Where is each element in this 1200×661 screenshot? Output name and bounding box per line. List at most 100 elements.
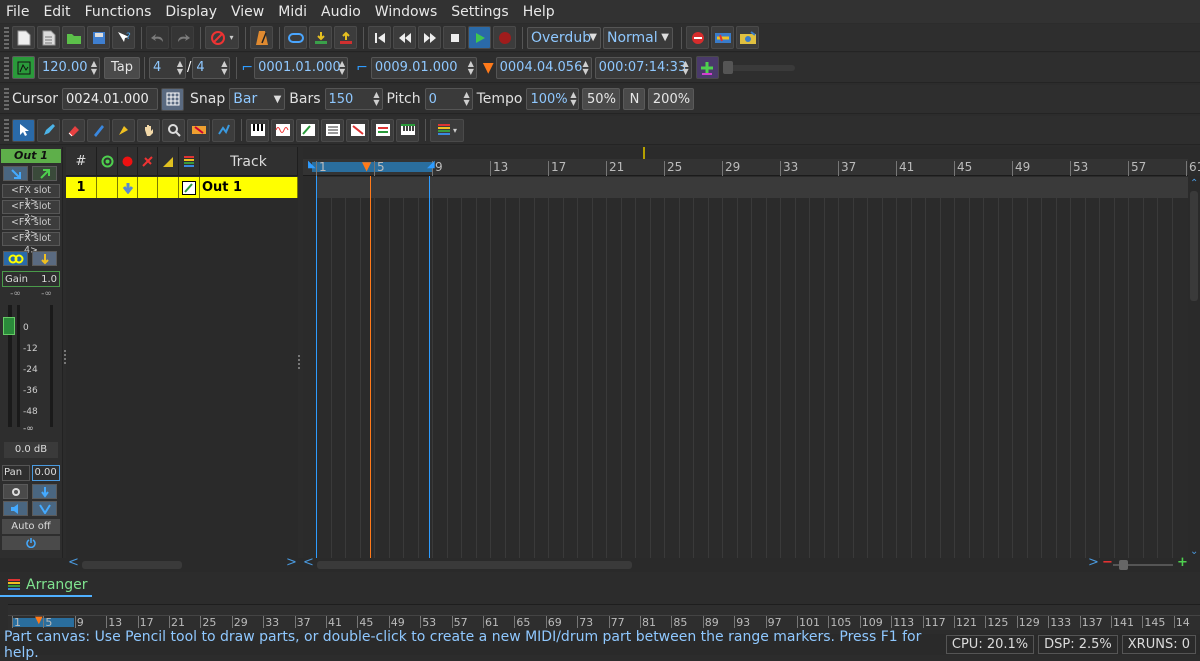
- menu-midi[interactable]: Midi: [271, 4, 314, 20]
- overview-ruler[interactable]: ▼ 1 5 9 13 17 21 25 29 33 37 41 45 49 53 57 61 65 69 73 77 8…: [8, 604, 1200, 630]
- ruler[interactable]: 1 5 9 13 17 21 25 29 33 37 41 45 49 53 57 61 ◣ ▼ ◢: [303, 159, 1200, 176]
- monitor-icon[interactable]: [32, 484, 57, 499]
- track-color-icon[interactable]: ▾: [430, 118, 464, 142]
- record-mode-select[interactable]: Overdub ▼: [527, 26, 601, 49]
- tempo-200-button[interactable]: 200%: [648, 88, 695, 110]
- tracklist-scroll-thumb[interactable]: [82, 561, 182, 569]
- score-editor-icon[interactable]: [296, 118, 319, 142]
- header-record-icon[interactable]: [97, 147, 118, 176]
- mixer-icon[interactable]: [686, 26, 709, 49]
- pointer-tool-icon[interactable]: [12, 118, 35, 142]
- mute-tool-icon[interactable]: [187, 118, 210, 142]
- menu-display[interactable]: Display: [158, 4, 224, 20]
- canvas-scroll-right-icon[interactable]: >: [1088, 555, 1099, 570]
- arranger-tab[interactable]: Arranger: [0, 575, 92, 597]
- midi-sync-icon[interactable]: [736, 26, 759, 49]
- record-icon[interactable]: [493, 26, 516, 49]
- menu-view[interactable]: View: [224, 4, 271, 20]
- canvas-zoom-slider[interactable]: [1113, 560, 1173, 570]
- loop-icon[interactable]: [284, 26, 307, 49]
- signature-numerator[interactable]: 4 ▲ ▼: [149, 56, 186, 79]
- new-file-icon[interactable]: [12, 26, 35, 49]
- pencil-tool-icon[interactable]: [37, 118, 60, 142]
- automation-tool-icon[interactable]: [212, 118, 235, 142]
- undo-icon[interactable]: [146, 26, 169, 49]
- whats-this-icon[interactable]: ?: [112, 26, 135, 49]
- fx-slot[interactable]: <FX slot 4>: [2, 232, 60, 256]
- solo-icon[interactable]: [32, 501, 57, 516]
- list-editor-icon[interactable]: [321, 118, 344, 142]
- add-marker-icon[interactable]: [695, 56, 719, 79]
- automation-mode-button[interactable]: Auto off: [2, 519, 60, 534]
- menu-file[interactable]: File: [0, 4, 36, 20]
- toolbar-grip[interactable]: [4, 26, 9, 49]
- stereo-icon[interactable]: [3, 251, 28, 266]
- header-number[interactable]: #: [66, 147, 97, 176]
- new-from-template-icon[interactable]: [37, 26, 60, 49]
- grid-icon[interactable]: [161, 87, 185, 111]
- eraser-tool-icon[interactable]: [62, 118, 85, 142]
- piano-roll-icon[interactable]: [246, 118, 269, 142]
- save-icon[interactable]: [87, 26, 110, 49]
- vertical-scroll-thumb[interactable]: [1190, 191, 1198, 301]
- left-marker-field[interactable]: 0001.01.000 ▲ ▼: [254, 56, 349, 79]
- fx-slot[interactable]: <FX slot 3>: [2, 216, 60, 240]
- panic-icon[interactable]: ▾: [205, 26, 239, 49]
- wave-editor-icon[interactable]: [271, 118, 294, 142]
- input-routing-icon[interactable]: [3, 166, 28, 181]
- menu-functions[interactable]: Functions: [78, 4, 159, 20]
- open-folder-icon[interactable]: [62, 26, 85, 49]
- punch-in-icon[interactable]: [309, 26, 332, 49]
- tap-tempo-button[interactable]: Tap: [104, 56, 140, 79]
- pitch-spinbox[interactable]: 0 ▲ ▼: [424, 88, 473, 110]
- canvas-vertical-scrollbar[interactable]: ⌃ ⌄: [1188, 176, 1200, 559]
- snap-select[interactable]: Bar ▼: [229, 88, 286, 110]
- tempo-normal-button[interactable]: N: [623, 88, 646, 110]
- tempo-percent-spinbox[interactable]: 100% ▲ ▼: [526, 88, 580, 110]
- strip-title[interactable]: Out 1: [1, 149, 61, 163]
- header-rec-arm-icon[interactable]: [118, 147, 138, 176]
- menu-help[interactable]: Help: [516, 4, 562, 20]
- power-icon[interactable]: [2, 536, 60, 550]
- right-range-marker[interactable]: ◢: [427, 159, 435, 170]
- play-icon[interactable]: [468, 26, 491, 49]
- part-canvas[interactable]: 1 5 9 13 17 21 25 29 33 37 41 45 49 53 57 61 ◣ ▼ ◢ ⌃ ⌄: [303, 147, 1200, 559]
- fast-forward-icon[interactable]: [418, 26, 441, 49]
- mute-icon[interactable]: [3, 501, 28, 516]
- track-lane[interactable]: [316, 177, 1188, 198]
- master-editor-icon[interactable]: [371, 118, 394, 142]
- tempo-spinbox[interactable]: 120.00 ▲ ▼: [38, 56, 100, 79]
- record-arm-icon[interactable]: [3, 484, 28, 499]
- zoom-slider[interactable]: [722, 60, 795, 74]
- cursor-field[interactable]: 0024.01.000: [62, 88, 159, 110]
- metronome-icon[interactable]: [250, 26, 273, 49]
- menu-edit[interactable]: Edit: [36, 4, 77, 20]
- tracklist-scroll-right-icon[interactable]: >: [286, 555, 297, 570]
- volume-fader[interactable]: [3, 317, 15, 335]
- gain-control[interactable]: Gain 1.0: [2, 271, 60, 287]
- cut-tool-icon[interactable]: [87, 118, 110, 142]
- header-mute-icon[interactable]: [138, 147, 158, 176]
- canvas-scroll-thumb[interactable]: [317, 561, 632, 569]
- scroll-up-icon[interactable]: ⌃: [1190, 178, 1198, 189]
- menu-audio[interactable]: Audio: [314, 4, 368, 20]
- time-field[interactable]: 000:07:14:33 ▲ ▼: [594, 56, 692, 79]
- menu-settings[interactable]: Settings: [444, 4, 515, 20]
- fx-slot[interactable]: <FX slot 2>: [2, 200, 60, 224]
- position-field[interactable]: 0004.04.056 ▲ ▼: [495, 56, 592, 79]
- track-solo-cell[interactable]: [158, 177, 179, 198]
- menu-windows[interactable]: Windows: [368, 4, 445, 20]
- pan-tool-icon[interactable]: [137, 118, 160, 142]
- canvas-scroll-left-icon[interactable]: <: [303, 555, 314, 570]
- scroll-down-icon[interactable]: ⌄: [1190, 546, 1198, 557]
- punch-out-icon[interactable]: [334, 26, 357, 49]
- tracklist-splitter[interactable]: [298, 355, 300, 369]
- glue-tool-icon[interactable]: [112, 118, 135, 142]
- right-marker-field[interactable]: 0009.01.000 ▲ ▼: [370, 56, 477, 79]
- stop-icon[interactable]: [443, 26, 466, 49]
- track-monitor-icon[interactable]: [118, 177, 138, 198]
- bars-spinbox[interactable]: 150 ▲ ▼: [324, 88, 383, 110]
- midi-keyboard-icon[interactable]: [396, 118, 419, 142]
- tempo-50-button[interactable]: 50%: [582, 88, 621, 110]
- rewind-to-start-icon[interactable]: [368, 26, 391, 49]
